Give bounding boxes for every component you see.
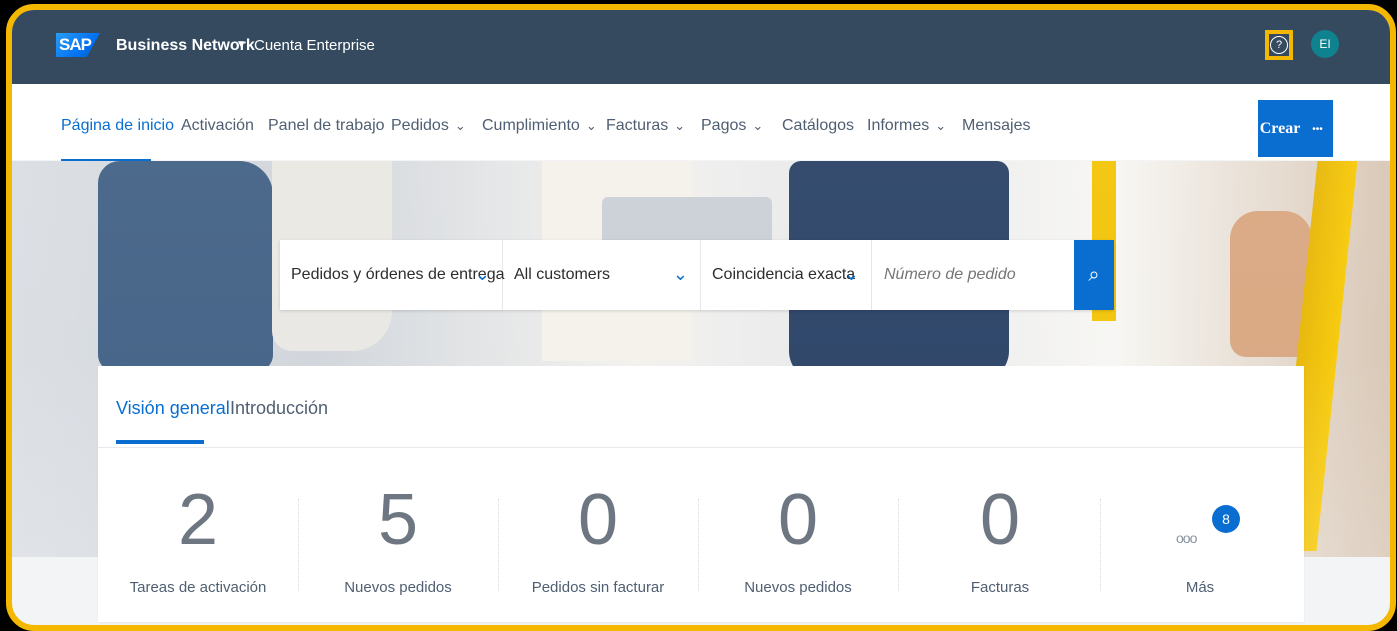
tile-label: Tareas de activación: [129, 579, 267, 596]
nav-catalogs[interactable]: Catálogos: [782, 117, 854, 135]
tile-label: Pedidos sin facturar: [531, 579, 665, 596]
document-type-select[interactable]: Pedidos y órdenes de entrega ⌄: [280, 240, 505, 310]
nav-messages[interactable]: Mensajes: [962, 117, 1030, 135]
account-name: Cuenta Enterprise: [254, 37, 375, 54]
notification-badge: 8: [1212, 505, 1240, 533]
nav-invoices[interactable]: Facturas ⌄: [606, 117, 685, 135]
chevron-down-icon: ⌄: [672, 264, 688, 284]
nav-reports-label: Informes: [867, 117, 930, 134]
sap-logo: SAP: [56, 33, 100, 57]
nav-payments[interactable]: Pagos ⌄: [701, 117, 763, 135]
nav-home[interactable]: Página de inicio: [61, 117, 174, 135]
product-switcher-caret-icon[interactable]: ▼: [236, 39, 246, 50]
search-button[interactable]: ⌕: [1074, 240, 1114, 310]
tile-count: 0: [777, 480, 819, 560]
tile-label: Nuevos pedidos: [744, 579, 852, 596]
product-switcher[interactable]: Business Network: [116, 37, 255, 55]
main-navigation: Página de inicio Activación Panel de tra…: [12, 84, 1390, 163]
app-frame: SAP Business Network ▼ Cuenta Enterprise…: [6, 4, 1396, 631]
shell-bar: SAP Business Network ▼ Cuenta Enterprise…: [12, 10, 1390, 84]
chevron-down-icon: ⌄: [935, 118, 947, 133]
invoices-tile[interactable]: 0 Facturas: [900, 484, 1100, 604]
nav-orders[interactable]: Pedidos ⌄: [391, 117, 466, 135]
nav-payments-label: Pagos: [701, 117, 747, 134]
unbilled-orders-tile[interactable]: 0 Pedidos sin facturar: [498, 484, 698, 604]
create-button-label: Crear: [1259, 120, 1301, 137]
overview-panel: Visión general Introducción 2 Tareas de …: [98, 366, 1304, 622]
tab-divider: [98, 447, 1304, 448]
chevron-down-icon: ⌄: [843, 264, 859, 284]
tile-count: 2: [177, 480, 219, 560]
chevron-down-icon: ⌄: [674, 118, 686, 133]
help-button[interactable]: ?: [1265, 30, 1293, 60]
nav-activation[interactable]: Activación: [181, 117, 254, 135]
active-tab-indicator: [116, 440, 204, 444]
match-type-value: Coincidencia exacta: [712, 266, 856, 283]
activation-tasks-tile[interactable]: 2 Tareas de activación: [98, 484, 298, 604]
tile-label: Nuevos pedidos: [344, 579, 452, 596]
nav-invoices-label: Facturas: [606, 117, 669, 134]
nav-fulfillment-label: Cumplimiento: [482, 117, 580, 134]
tab-overview[interactable]: Visión general: [116, 398, 230, 419]
match-type-select[interactable]: Coincidencia exacta ⌄: [701, 240, 872, 310]
chevron-down-icon: ⌄: [474, 264, 490, 284]
chevron-down-icon: ⌄: [454, 118, 466, 133]
nav-orders-label: Pedidos: [391, 117, 449, 134]
new-orders-tile[interactable]: 5 Nuevos pedidos: [298, 484, 498, 604]
chevron-down-icon: ⌄: [752, 118, 764, 133]
tile-count: 0: [979, 480, 1021, 560]
nav-fulfillment[interactable]: Cumplimiento ⌄: [482, 117, 597, 135]
more-dots-icon: ooo: [1176, 530, 1197, 546]
tile-label: Facturas: [970, 579, 1030, 596]
chevron-down-icon: ⌄: [585, 118, 597, 133]
search-bar: Pedidos y órdenes de entrega ⌄ All custo…: [280, 240, 1114, 310]
nav-workbench[interactable]: Panel de trabajo: [268, 117, 385, 135]
document-type-value: Pedidos y órdenes de entrega: [291, 266, 505, 283]
more-tile[interactable]: ooo 8 Más: [1100, 484, 1300, 604]
order-number-input[interactable]: [872, 240, 1052, 310]
nav-reports[interactable]: Informes ⌄: [867, 117, 946, 135]
user-avatar[interactable]: EI: [1311, 30, 1339, 58]
more-label: Más: [1185, 579, 1215, 596]
customer-scope-value: All customers: [514, 266, 611, 283]
tab-introduction[interactable]: Introducción: [230, 398, 328, 419]
customer-scope-select[interactable]: All customers ⌄: [503, 240, 701, 310]
tile-count: 0: [577, 480, 619, 560]
more-actions-button[interactable]: •••: [1302, 100, 1333, 157]
search-icon: ⌕: [1088, 264, 1100, 286]
new-orders-tile-2[interactable]: 0 Nuevos pedidos: [698, 484, 898, 604]
help-icon: ?: [1270, 36, 1288, 54]
tile-count: 5: [377, 480, 419, 560]
